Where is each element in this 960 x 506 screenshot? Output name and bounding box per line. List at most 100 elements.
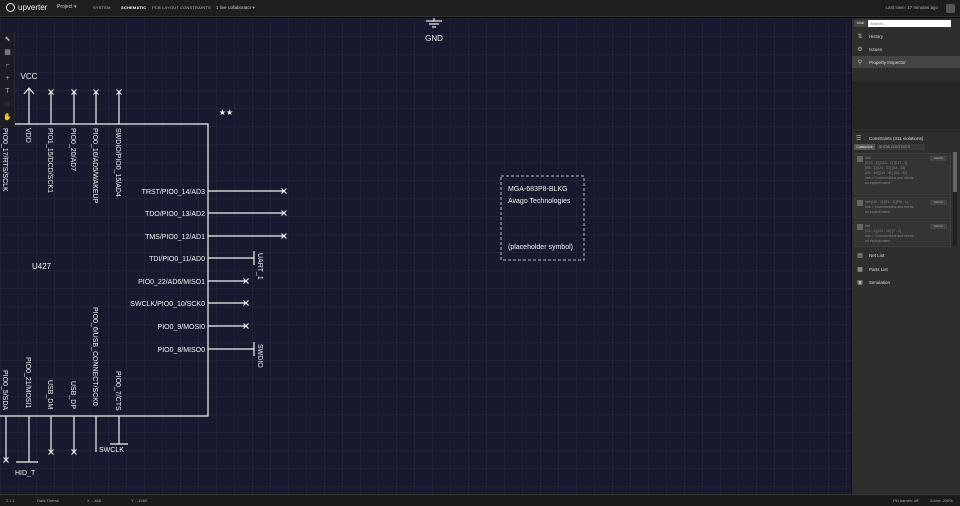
pin-label: PIO0_7/CTS bbox=[114, 371, 121, 411]
status-bar: 2.1.1 Dark Theme X : -468 Y : -1460 Pin … bbox=[0, 494, 960, 506]
tab-constraints[interactable]: CONSTRAINTS bbox=[180, 5, 211, 10]
constraint-filter[interactable]: SHOW CONTENTS bbox=[877, 144, 925, 150]
violation-text: Net [C3 - 1] [U4 - 16] [T - 1] has > 3 c… bbox=[865, 224, 914, 243]
constraints-label: Constraints (311 violations) bbox=[869, 136, 924, 141]
pan-tool-icon[interactable]: ✋ bbox=[2, 112, 13, 123]
x-coordinate: X : -468 bbox=[87, 498, 102, 503]
schematic-canvas[interactable]: GND VCC ★★ U427 PIO0_17/RTS/SCLK VDD PIO… bbox=[0, 18, 851, 494]
pin-label: PIO0_22/AD6/MISO1 bbox=[138, 279, 205, 286]
panel-item-issues[interactable]: ⚙ Issues bbox=[852, 43, 960, 55]
constraints-header[interactable]: ☰ Constraints (311 violations) bbox=[852, 131, 960, 145]
top-bar: upverter Project ▾ SYSTEM SCHEMATIC PCB … bbox=[0, 0, 960, 17]
simulation-icon: ▣ bbox=[857, 279, 863, 286]
version-label: 2.1.1 bbox=[6, 498, 15, 503]
pin-label: PIO0_17/RTS/SCLK bbox=[1, 128, 8, 192]
pin-label: PIO0_8/MISO0 bbox=[158, 347, 206, 354]
pin-label: PIO0_20/AD7 bbox=[69, 128, 76, 171]
text-tool-icon[interactable]: T bbox=[2, 86, 13, 97]
zoom-level[interactable]: Zoom: 200% bbox=[930, 498, 953, 503]
issues-icon: ⚙ bbox=[857, 46, 863, 53]
net-label-swclk[interactable]: SWCLK bbox=[99, 447, 124, 454]
partslist-icon: ▦ bbox=[857, 266, 863, 273]
panel-item-label: Issues bbox=[869, 46, 883, 52]
add-tool-icon[interactable]: + bbox=[2, 73, 13, 84]
panel-item-label: Property Inspector bbox=[869, 59, 906, 65]
placeholder-part-number: MGA-683P8-BLKG bbox=[508, 186, 568, 193]
vcc-label: VCC bbox=[21, 72, 38, 81]
scrollbar-thumb[interactable] bbox=[953, 152, 957, 192]
placeholder-note: (placeholder symbol) bbox=[508, 244, 573, 251]
route-tool-icon[interactable]: ⌐ bbox=[2, 60, 13, 71]
app-name: upverter bbox=[18, 3, 48, 12]
net-label-uart[interactable]: UART_1 bbox=[256, 253, 263, 280]
netlist-icon: ▤ bbox=[857, 252, 863, 259]
panel-item-net-list[interactable]: ▤ Net List bbox=[852, 249, 960, 261]
panel-item-label: Simulation bbox=[869, 279, 891, 285]
tab-schematic[interactable]: SCHEMATIC bbox=[121, 5, 146, 10]
pin-label: USB_DM bbox=[46, 380, 53, 409]
warning-icon bbox=[857, 200, 863, 206]
show-violation-button[interactable]: SHOW bbox=[930, 156, 947, 161]
pin-label: PIO0_9/MOSI0 bbox=[158, 324, 206, 331]
warning-icon bbox=[857, 156, 863, 162]
avatar[interactable] bbox=[946, 4, 955, 13]
measure-tool-icon[interactable]: ◌ bbox=[2, 99, 13, 110]
pin-label: PIO0_16/AD5/WAKEUP bbox=[91, 128, 98, 204]
grid-tool-icon[interactable]: ▦ bbox=[2, 47, 13, 58]
upverter-logo-icon bbox=[6, 3, 15, 12]
panel-item-parts-list[interactable]: ▦ Parts List bbox=[852, 263, 960, 275]
collaborators-menu[interactable]: 1 live collaborator ▾ bbox=[216, 5, 255, 11]
panel-item-simulation[interactable]: ▣ Simulation bbox=[852, 276, 960, 288]
show-violation-button[interactable]: SHOW bbox=[930, 224, 947, 229]
y-coordinate: Y : -1460 bbox=[131, 498, 148, 503]
warning-icon bbox=[857, 224, 863, 230]
schematic-drawing: GND VCC ★★ U427 PIO0_17/RTS/SCLK VDD PIO… bbox=[0, 18, 585, 477]
inspector-content bbox=[852, 81, 960, 129]
violations-scrollbar[interactable] bbox=[953, 152, 957, 246]
pin-label: USB_DP bbox=[69, 381, 76, 409]
theme-toggle[interactable]: Dark Theme bbox=[37, 498, 59, 503]
select-tool-icon[interactable]: ⬉ bbox=[2, 34, 13, 45]
pin-label: PIO0_6/USB_CONNECT/SCK0 bbox=[91, 307, 98, 406]
panel-search: clear bbox=[854, 20, 959, 28]
panel-item-property-inspector[interactable]: ⚲ Property Inspector bbox=[852, 56, 960, 68]
search-input[interactable] bbox=[868, 20, 951, 27]
pin-label: VDD bbox=[24, 128, 31, 143]
list-icon: ☰ bbox=[856, 136, 862, 142]
history-icon: ⇅ bbox=[857, 33, 863, 40]
panel-item-history[interactable]: ⇅ History bbox=[852, 30, 960, 42]
violation-item[interactable]: Net [U3 - 1] [R1 - 1] [R9 - 1] has > 3 c… bbox=[854, 197, 951, 219]
part-ref-label[interactable]: U427 bbox=[32, 262, 52, 271]
customize-button[interactable]: Customize bbox=[854, 144, 875, 150]
pin-label: TMS/PIO0_12/AD1 bbox=[145, 234, 205, 241]
search-clear-button[interactable]: clear bbox=[854, 20, 867, 27]
pin-label: SWDIO/PIO0_15/AD4 bbox=[114, 128, 121, 197]
tool-palette: ⬉ ▦ ⌐ + T ◌ ✋ bbox=[0, 32, 15, 127]
violation-text: Net [U3 - 1] [R1 - 1] [R9 - 1] has > 3 c… bbox=[865, 200, 914, 214]
violation-text: Net [C13 - 1] [C14 - 1] [C17 - 1] [R8 - … bbox=[865, 156, 914, 185]
tab-system[interactable]: SYSTEM bbox=[93, 5, 111, 10]
tab-pcb-layout[interactable]: PCB LAYOUT bbox=[152, 5, 179, 10]
gnd-label: GND bbox=[425, 34, 443, 43]
pin-label: TRST/PIO0_14/AD3 bbox=[142, 189, 206, 196]
show-violation-button[interactable]: SHOW bbox=[930, 200, 947, 205]
violation-item[interactable]: Net [C3 - 1] [U4 - 16] [T - 1] has > 3 c… bbox=[854, 221, 951, 247]
net-label-hid[interactable]: HID_T bbox=[15, 470, 36, 477]
last-save-status: Last save: 17 minutes ago bbox=[885, 5, 938, 10]
pin-label: PIO1_15/DCD/SCK1 bbox=[46, 128, 53, 193]
panel-item-label: History bbox=[869, 33, 884, 39]
panel-item-label: Net List bbox=[869, 252, 885, 258]
pin-names-toggle[interactable]: Pin names: off bbox=[893, 498, 919, 503]
pin-label: PIO0_5/SDA bbox=[1, 370, 8, 410]
pin-label: PIO0_21/MOSI1 bbox=[24, 357, 31, 408]
app-logo[interactable]: upverter bbox=[6, 3, 47, 12]
net-label-swdio[interactable]: SWDIO bbox=[256, 344, 263, 368]
pin-label: TDI/PIO0_11/AD0 bbox=[149, 256, 205, 263]
project-menu[interactable]: Project ▾ bbox=[57, 4, 76, 10]
panel-item-label: Parts List bbox=[869, 266, 888, 272]
placeholder-manufacturer: Avago Technologies bbox=[508, 198, 571, 205]
right-panel: clear ⇅ History ⚙ Issues ⚲ Property Insp… bbox=[851, 18, 960, 494]
violation-item[interactable]: Net [C13 - 1] [C14 - 1] [C17 - 1] [R8 - … bbox=[854, 153, 951, 195]
favorite-stars: ★★ bbox=[219, 108, 233, 117]
no-connect-marks bbox=[3, 89, 287, 463]
